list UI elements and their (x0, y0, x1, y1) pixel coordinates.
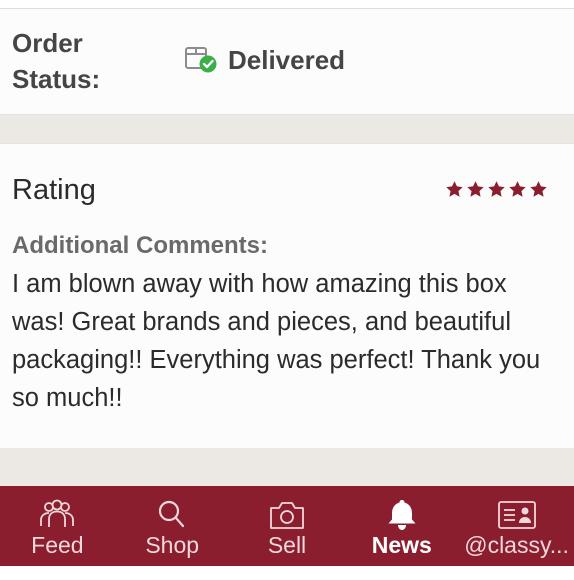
bottom-tab-bar: Feed Shop Sell News @classy... (0, 486, 574, 566)
star-icon (488, 181, 505, 197)
rating-stars (445, 180, 548, 199)
search-icon (159, 500, 185, 528)
tab-account[interactable]: @classy... (459, 486, 574, 566)
order-status-label: Order Status: (12, 28, 101, 94)
star-icon (509, 181, 526, 197)
section-divider (0, 115, 574, 143)
tab-feed[interactable]: Feed (0, 486, 115, 566)
tab-sell-label: Sell (267, 532, 307, 558)
star-icon (446, 181, 463, 197)
additional-comments-text: I am blown away with how amazing this bo… (12, 270, 541, 412)
people-icon (40, 499, 75, 527)
tab-news-label: News (371, 532, 432, 558)
order-status-value: Delivered (184, 41, 345, 79)
rating-title: Rating (12, 174, 96, 206)
tab-shop-label: Shop (145, 532, 200, 558)
order-status-card: Order Status: Delivered (0, 9, 574, 115)
order-status-text: Delivered (228, 44, 346, 75)
rating-card: Rating Additional Comments: I am blown a… (0, 143, 574, 449)
tab-feed-label: Feed (31, 532, 84, 558)
id-card-icon (497, 501, 536, 529)
tab-sell[interactable]: Sell (230, 486, 345, 566)
tab-account-label: @classy... (464, 532, 569, 558)
star-icon (467, 181, 484, 197)
bottom-safe-area (0, 566, 574, 580)
star-icon (530, 181, 547, 197)
bell-icon (388, 500, 416, 530)
tab-shop[interactable]: Shop (115, 486, 230, 566)
tab-news[interactable]: News (344, 486, 459, 566)
additional-comments-label: Additional Comments: (12, 232, 268, 259)
camera-icon (270, 502, 304, 529)
delivered-box-check-icon (185, 47, 217, 73)
section-divider (0, 448, 574, 486)
